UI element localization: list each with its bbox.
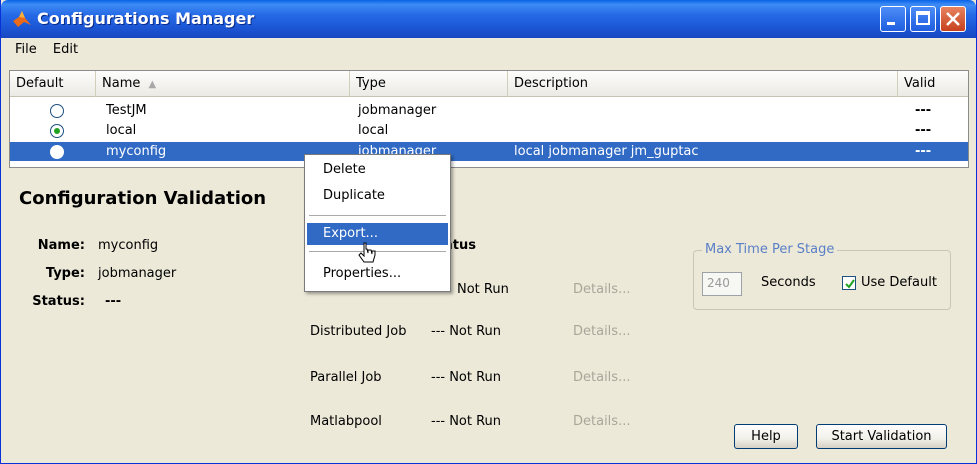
- column-header-valid[interactable]: Valid: [898, 71, 968, 97]
- row-valid: ---: [915, 123, 932, 138]
- row-valid: ---: [915, 103, 932, 118]
- details-link[interactable]: Details...: [573, 370, 630, 385]
- checkmark-icon: [845, 279, 855, 289]
- seconds-label: Seconds: [761, 275, 816, 290]
- stage-status: --- Not Run: [431, 324, 502, 339]
- stage-status: --- Not Run: [431, 414, 502, 429]
- max-time-input[interactable]: 240: [702, 272, 742, 296]
- stage-name: Matlabpool: [310, 414, 382, 429]
- groupbox-title: Max Time Per Stage: [702, 242, 838, 257]
- default-radio[interactable]: [50, 124, 64, 138]
- radio-selected-dot: [54, 128, 60, 134]
- column-header-default[interactable]: Default: [10, 71, 96, 97]
- details-link[interactable]: Details...: [573, 282, 630, 297]
- table-row[interactable]: myconfig jobmanager local jobmanager jm_…: [10, 142, 968, 161]
- stage-name: Parallel Job: [310, 370, 382, 385]
- menu-file[interactable]: File: [9, 40, 43, 59]
- name-label: Name:: [37, 238, 85, 253]
- context-menu-duplicate[interactable]: Duplicate: [307, 185, 448, 207]
- default-radio[interactable]: [50, 145, 64, 159]
- table-row[interactable]: TestJM jobmanager ---: [10, 101, 968, 120]
- row-name: myconfig: [106, 144, 167, 159]
- minimize-button[interactable]: [880, 6, 906, 32]
- name-value: myconfig: [98, 238, 159, 253]
- stage-name: Distributed Job: [310, 324, 407, 339]
- sort-ascending-icon: ▲: [148, 79, 157, 90]
- configurations-table: Default Name ▲ Type Description Valid Te…: [9, 70, 969, 168]
- window-title: Configurations Manager: [37, 9, 255, 28]
- close-button[interactable]: [940, 6, 966, 32]
- configurations-manager-window: Configurations Manager File Edit Default…: [0, 0, 977, 464]
- column-header-description[interactable]: Description: [508, 71, 898, 97]
- start-validation-button[interactable]: Start Validation: [816, 424, 947, 449]
- close-icon: [946, 12, 960, 26]
- table-header: Default Name ▲ Type Description Valid: [10, 71, 968, 97]
- max-time-groupbox: Max Time Per Stage 240 Seconds Use Defau…: [693, 242, 951, 310]
- column-header-type[interactable]: Type: [350, 71, 508, 97]
- status-value: ---: [105, 294, 122, 309]
- column-header-name[interactable]: Name ▲: [96, 71, 350, 97]
- context-menu: Delete Duplicate Export... Properties...: [304, 154, 451, 292]
- minimize-icon: [887, 22, 895, 25]
- title-bar[interactable]: Configurations Manager: [1, 0, 976, 38]
- row-description: local jobmanager jm_guptac: [514, 144, 699, 159]
- stage-status: Not Run: [457, 282, 509, 297]
- menu-bar: File Edit: [9, 40, 84, 62]
- context-menu-separator: [309, 215, 446, 216]
- section-title: Configuration Validation: [19, 188, 267, 209]
- maximize-button[interactable]: [910, 6, 936, 32]
- row-type: local: [358, 123, 389, 138]
- row-valid: ---: [915, 144, 932, 159]
- status-label: Status:: [32, 294, 85, 309]
- menu-edit[interactable]: Edit: [47, 40, 84, 59]
- row-name: TestJM: [106, 103, 147, 118]
- details-link[interactable]: Details...: [573, 324, 630, 339]
- column-header-name-label: Name: [102, 76, 141, 91]
- type-value: jobmanager: [98, 266, 177, 281]
- matlab-logo-icon: [13, 11, 31, 27]
- stage-status: --- Not Run: [431, 370, 502, 385]
- details-link[interactable]: Details...: [573, 414, 630, 429]
- table-row[interactable]: local local ---: [10, 121, 968, 140]
- context-menu-delete[interactable]: Delete: [307, 159, 448, 181]
- type-label: Type:: [45, 266, 85, 281]
- use-default-checkbox[interactable]: [842, 276, 856, 290]
- mouse-cursor-icon: [358, 242, 376, 263]
- use-default-label: Use Default: [861, 275, 937, 290]
- row-type: jobmanager: [358, 103, 437, 118]
- help-button[interactable]: Help: [734, 424, 798, 449]
- maximize-icon: [916, 11, 930, 25]
- row-name: local: [106, 123, 137, 138]
- default-radio[interactable]: [50, 104, 64, 118]
